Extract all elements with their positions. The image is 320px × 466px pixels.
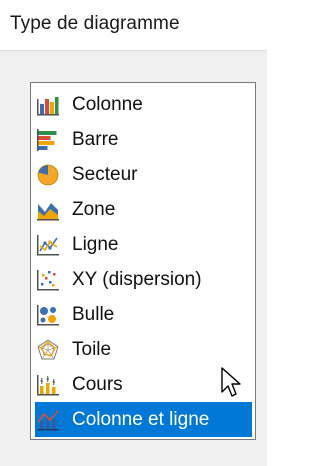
section-title: Type de diagramme (10, 13, 180, 34)
column-and-line-chart-icon (36, 408, 60, 432)
net-chart-icon (36, 338, 60, 362)
list-item-colonne[interactable]: Colonne (35, 87, 252, 122)
list-item-barre[interactable]: Barre (35, 122, 252, 157)
chart-type-dialog: Type de diagramme Colonne Barre Secteur … (0, 0, 267, 466)
item-label: Cours (72, 373, 123, 395)
list-item-toile[interactable]: Toile (35, 332, 252, 367)
item-label: Colonne (72, 93, 143, 115)
column-chart-icon (36, 93, 60, 117)
line-chart-icon (36, 233, 60, 257)
list-item-zone[interactable]: Zone (35, 192, 252, 227)
pie-chart-icon (36, 163, 60, 187)
mouse-pointer-icon (220, 366, 244, 402)
list-item-colonne-et-ligne[interactable]: Colonne et ligne (35, 402, 252, 437)
scatter-chart-icon (36, 268, 60, 292)
list-item-xy-dispersion[interactable]: XY (dispersion) (35, 262, 252, 297)
bar-chart-icon (36, 128, 60, 152)
item-label: Ligne (72, 233, 119, 255)
dialog-header: Type de diagramme (0, 0, 267, 50)
list-item-bulle[interactable]: Bulle (35, 297, 252, 332)
item-label: Colonne et ligne (72, 408, 210, 430)
item-label: Secteur (72, 163, 138, 185)
list-item-secteur[interactable]: Secteur (35, 157, 252, 192)
item-label: XY (dispersion) (72, 268, 202, 290)
list-item-ligne[interactable]: Ligne (35, 227, 252, 262)
item-label: Zone (72, 198, 116, 220)
area-chart-icon (36, 198, 60, 222)
item-label: Bulle (72, 303, 115, 325)
bubble-chart-icon (36, 303, 60, 327)
item-label: Barre (72, 128, 119, 150)
stock-chart-icon (36, 373, 60, 397)
item-label: Toile (72, 338, 112, 360)
